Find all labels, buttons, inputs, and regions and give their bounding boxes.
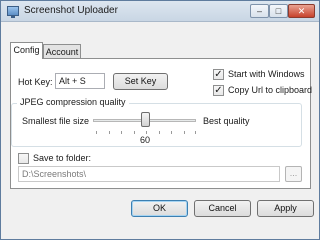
slider-tick <box>195 131 196 134</box>
slider-tick <box>146 131 147 134</box>
apply-button[interactable]: Apply <box>257 200 314 217</box>
slider-tick <box>96 131 97 134</box>
browse-folder-button[interactable]: ... <box>285 166 302 182</box>
save-to-folder-label: Save to folder: <box>33 153 92 163</box>
slider-value: 60 <box>140 135 151 145</box>
tab-account[interactable]: Account <box>43 44 81 59</box>
tab-config[interactable]: Config <box>10 42 43 59</box>
start-with-windows-option[interactable]: ✓ Start with Windows <box>213 69 313 81</box>
title-bar[interactable]: Screenshot Uploader – □ ✕ <box>1 1 319 22</box>
start-with-windows-label: Start with Windows <box>228 69 305 79</box>
app-monitor-icon <box>7 6 19 18</box>
slider-max-label: Best quality <box>203 116 250 126</box>
close-button[interactable]: ✕ <box>288 4 315 18</box>
start-with-windows-checkbox[interactable]: ✓ <box>213 69 224 80</box>
slider-tick <box>184 131 185 134</box>
minimize-button[interactable]: – <box>250 4 269 18</box>
copy-url-checkbox[interactable]: ✓ <box>213 85 224 96</box>
set-key-button[interactable]: Set Key <box>113 73 168 90</box>
slider-tick <box>171 131 172 134</box>
slider-tick <box>134 131 135 134</box>
quality-slider-thumb[interactable] <box>141 112 150 127</box>
app-window: Screenshot Uploader – □ ✕ Config Account… <box>0 0 320 240</box>
save-to-folder-option[interactable]: Save to folder: <box>18 153 108 165</box>
save-to-folder-checkbox[interactable] <box>18 153 29 164</box>
cancel-button[interactable]: Cancel <box>194 200 251 217</box>
slider-tick <box>121 131 122 134</box>
slider-tick <box>109 131 110 134</box>
window-title: Screenshot Uploader <box>24 5 118 16</box>
maximize-button[interactable]: □ <box>269 4 288 18</box>
slider-tick <box>159 131 160 134</box>
folder-path-input[interactable]: D:\Screenshots\ <box>18 166 280 182</box>
slider-min-label: Smallest file size <box>22 116 90 126</box>
copy-url-label: Copy Url to clipboard <box>228 85 313 95</box>
hotkey-label: Hot Key: <box>18 77 53 87</box>
hotkey-input[interactable]: Alt + S <box>55 73 105 89</box>
ok-button[interactable]: OK <box>131 200 188 217</box>
copy-url-option[interactable]: ✓ Copy Url to clipboard <box>213 85 313 97</box>
jpeg-quality-group-title: JPEG compression quality <box>17 97 129 107</box>
